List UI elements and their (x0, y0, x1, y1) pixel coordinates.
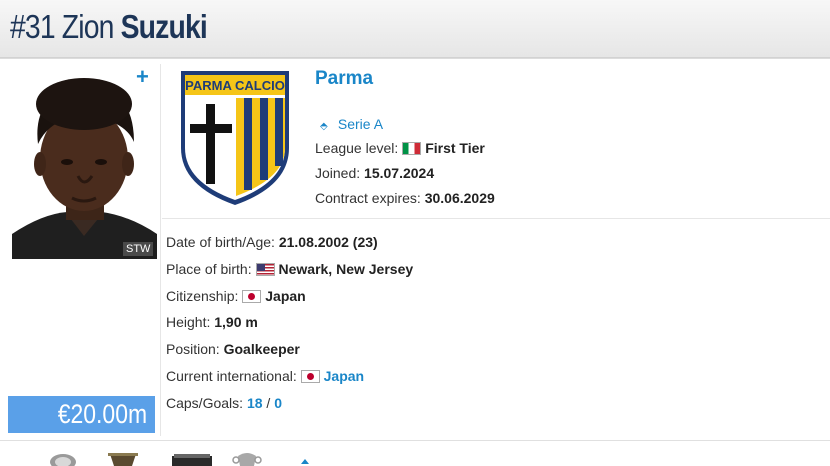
international-team-link[interactable]: Japan (324, 368, 364, 384)
caps-link[interactable]: 18 (247, 395, 263, 411)
position-value: Goalkeeper (223, 341, 300, 357)
height-row: Height: 1,90 m (166, 314, 258, 330)
height-value: 1,90 m (214, 314, 258, 330)
dob-label: Date of birth/Age: (166, 234, 275, 250)
citizenship-row: Citizenship: Japan (166, 288, 306, 304)
caps-label: Caps/Goals: (166, 395, 244, 411)
flag-italy-icon (402, 142, 422, 155)
pob-value: Newark, New Jersey (278, 261, 414, 277)
club-name-link[interactable]: Parma (315, 68, 373, 90)
height-label: Height: (166, 314, 211, 330)
joined-label: Joined: (315, 165, 361, 181)
market-value: €20.00m (57, 399, 147, 429)
plus-icon[interactable]: + (136, 64, 149, 90)
joined-value: 15.07.2024 (364, 165, 435, 181)
international-label: Current international: (166, 368, 297, 384)
shirt-number: #31 (10, 8, 56, 45)
contract-value: 30.06.2029 (424, 190, 495, 206)
league-level-value: First Tier (425, 140, 485, 156)
trophy-icon[interactable] (232, 452, 262, 466)
league-name: Serie A (337, 116, 384, 132)
last-name: Suzuki (120, 8, 208, 45)
trophy-icon[interactable] (170, 452, 214, 466)
flag-usa-icon (255, 263, 275, 276)
position-row: Position: Goalkeeper (166, 341, 300, 357)
joined-row: Joined: 15.07.2024 (315, 165, 434, 181)
divider (160, 64, 161, 436)
player-title: #31 Zion Suzuki (10, 8, 208, 46)
divider (162, 218, 830, 219)
divider (0, 440, 830, 441)
contract-label: Contract expires: (315, 190, 421, 206)
dob-row: Date of birth/Age: 21.08.2002 (23) (166, 234, 378, 250)
league-icon: ⬘ (320, 121, 328, 132)
league-link[interactable]: ⬘ Serie A (320, 116, 383, 132)
league-level-label: League level: (315, 140, 399, 156)
crest-text: PARMA CALCIO (185, 78, 285, 93)
profile-header: #31 Zion Suzuki (0, 0, 830, 58)
player-photo (12, 64, 157, 259)
flag-japan-icon (300, 370, 320, 383)
club-crest-icon[interactable]: PARMA CALCIO (178, 68, 292, 208)
goals-link[interactable]: 0 (274, 395, 282, 411)
pob-label: Place of birth: (166, 261, 252, 277)
photo-credit: STW (123, 242, 154, 256)
caps-separator: / (266, 395, 271, 411)
contract-row: Contract expires: 30.06.2029 (315, 190, 495, 206)
flag-japan-icon (242, 290, 262, 303)
citizenship-value: Japan (265, 288, 306, 304)
trophy-icon[interactable] (106, 452, 140, 466)
pob-row: Place of birth: Newark, New Jersey (166, 261, 413, 277)
league-level-row: League level: First Tier (315, 140, 485, 156)
caps-row: Caps/Goals: 18 / 0 (166, 395, 282, 411)
position-label: Position: (166, 341, 220, 357)
market-value-button[interactable]: €20.00m (8, 396, 155, 433)
player-portrait-image (12, 64, 157, 259)
chevron-up-icon[interactable] (298, 452, 312, 466)
dob-value: 21.08.2002 (23) (278, 234, 378, 250)
citizenship-label: Citizenship: (166, 288, 239, 304)
trophy-icon[interactable] (48, 452, 78, 466)
international-row: Current international: Japan (166, 368, 364, 384)
first-name: Zion (61, 8, 115, 45)
